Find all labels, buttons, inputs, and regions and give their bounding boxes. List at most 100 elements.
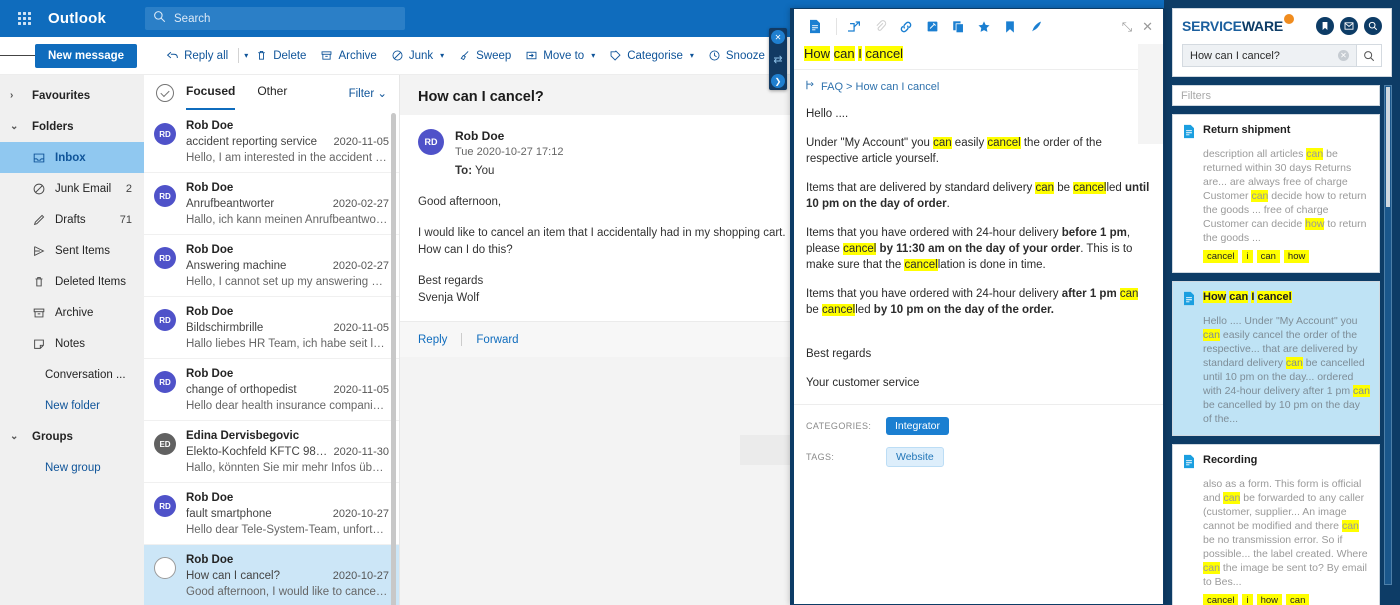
list-item[interactable]: RD Rob Doe Anrufbeantworter 2020-02-27 Ha… <box>144 173 399 235</box>
sidebar-new-folder-link[interactable]: New folder <box>0 390 144 421</box>
list-item[interactable]: RD Rob Doe accident reporting service 202… <box>144 111 399 173</box>
result-card[interactable]: Recording also as a form. This form is o… <box>1172 444 1380 605</box>
delete-button[interactable]: Delete <box>248 45 313 66</box>
sidebar-item-count: 71 <box>119 213 132 226</box>
result-snippet: description all articles can be returned… <box>1203 148 1367 244</box>
sidebar-item-favourites[interactable]: › Favourites <box>0 80 144 111</box>
star-icon[interactable] <box>973 20 995 34</box>
sidebar-item-junk-email[interactable]: Junk Email 2 <box>0 173 144 204</box>
message-list-scrollbar[interactable] <box>391 113 396 605</box>
message-list-pane: Focused Other Filter ⌄ RD Rob Doe accide… <box>144 75 400 605</box>
sidebar-new-group-link[interactable]: New group <box>0 452 144 483</box>
junk-caret-icon[interactable]: ▾ <box>440 51 444 60</box>
article-paragraph: Under "My Account" you can easily cancel… <box>806 137 1102 165</box>
reply-all-button[interactable]: Reply all <box>159 45 235 66</box>
list-item[interactable]: Rob Doe How can I cancel? 2020-10-27 Good… <box>144 545 399 605</box>
avatar: RD <box>154 247 176 269</box>
forward-button[interactable]: Forward <box>476 334 518 346</box>
junk-button[interactable]: Junk ▾ <box>384 45 451 66</box>
app-root: Outlook Search New message Reply all ▾ D… <box>0 0 1400 605</box>
search-icon[interactable] <box>1364 17 1382 35</box>
clear-icon[interactable]: ✕ <box>1338 50 1349 61</box>
bookmark-icon[interactable] <box>999 20 1021 34</box>
category-chip[interactable]: Integrator <box>886 417 949 435</box>
chevron-down-icon: ⌄ <box>377 88 387 100</box>
message-preview: Hallo liebes HR Team, ich habe seit läng… <box>186 338 389 350</box>
list-item[interactable]: ED Edina Dervisbegovic Elekto-Kochfeld K… <box>144 421 399 483</box>
search-input[interactable] <box>1190 49 1338 62</box>
sidebar-item-drafts[interactable]: Drafts 71 <box>0 204 144 235</box>
select-all-icon[interactable] <box>156 84 174 102</box>
swap-arrows-icon[interactable]: ⇄ <box>771 52 785 66</box>
new-message-button[interactable]: New message <box>35 43 138 68</box>
chevron-right-icon[interactable]: ❯ <box>771 74 785 88</box>
sidebar-item-inbox[interactable]: Inbox <box>0 142 144 173</box>
move-to-button[interactable]: Move to ▾ <box>518 45 602 66</box>
nav-toggle-button[interactable] <box>0 52 36 58</box>
article-paragraph: Your customer service <box>806 377 920 389</box>
overlay-toolbar: ⤡ ✕ <box>794 9 1163 44</box>
search-placeholder: Search <box>174 12 211 25</box>
filter-label: Filter <box>348 88 375 100</box>
broom-icon <box>460 51 469 61</box>
sidebar-item-folders[interactable]: ⌄ Folders <box>0 111 144 142</box>
bookmark-icon[interactable] <box>1316 17 1334 35</box>
sweep-label: Sweep <box>476 49 512 62</box>
tab-other[interactable]: Other <box>257 84 287 102</box>
outlook-search-box[interactable]: Search <box>145 7 405 30</box>
close-icon[interactable]: ✕ <box>1142 19 1153 35</box>
sidebar-item-archive[interactable]: Archive <box>0 297 144 328</box>
archive-icon <box>322 51 332 60</box>
list-item[interactable]: RD Rob Doe fault smartphone 2020-10-27 He… <box>144 483 399 545</box>
sidebar-item-groups[interactable]: ⌄ Groups <box>0 421 144 452</box>
scrollbar-thumb[interactable] <box>1386 87 1390 207</box>
tag-chip[interactable]: Website <box>886 447 944 467</box>
pen-icon[interactable] <box>1025 20 1047 33</box>
article-body: Hello .... Under "My Account" you can ea… <box>794 102 1163 391</box>
list-item[interactable]: RD Rob Doe change of orthopedist 2020-11-… <box>144 359 399 421</box>
open-external-icon[interactable] <box>843 20 865 33</box>
send-icon <box>32 244 55 258</box>
sweep-button[interactable]: Sweep <box>451 45 518 66</box>
overlay-gutter <box>1138 44 1163 144</box>
tag-icon <box>610 50 621 61</box>
message-rows: RD Rob Doe accident reporting service 202… <box>144 111 399 605</box>
paperclip-icon[interactable] <box>869 20 891 33</box>
filter-button[interactable]: Filter ⌄ <box>349 86 387 100</box>
sidebar-item-label: Conversation ... <box>45 368 126 381</box>
list-item[interactable]: RD Rob Doe Answering machine 2020-02-27 H… <box>144 235 399 297</box>
edit-square-icon[interactable] <box>921 20 943 33</box>
results-scrollbar[interactable] <box>1384 85 1392 585</box>
list-item[interactable]: RD Rob Doe Bildschirmbrille 2020-11-05 Ha… <box>144 297 399 359</box>
app-launcher-button[interactable] <box>0 12 48 25</box>
search-input-wrapper[interactable]: ✕ <box>1182 44 1357 67</box>
document-icon[interactable] <box>804 19 826 34</box>
keyword-chip: i <box>1242 250 1253 263</box>
categorise-caret-icon[interactable]: ▾ <box>690 51 694 60</box>
mail-icon[interactable] <box>1340 17 1358 35</box>
breadcrumb[interactable]: FAQ > How can I cancel <box>794 69 1163 102</box>
categorise-button[interactable]: Categorise ▾ <box>602 45 701 66</box>
close-icon[interactable]: ✕ <box>771 30 785 44</box>
sidebar-item-deleted-items[interactable]: Deleted Items <box>0 266 144 297</box>
link-icon[interactable] <box>895 20 917 34</box>
breadcrumb-text[interactable]: FAQ > How can I cancel <box>821 81 939 93</box>
archive-button[interactable]: Archive <box>313 45 383 66</box>
sidebar-item-notes[interactable]: Notes <box>0 328 144 359</box>
block-icon <box>392 50 403 61</box>
result-card[interactable]: Return shipment description all articles… <box>1172 114 1380 273</box>
copy-icon[interactable] <box>947 20 969 34</box>
reply-button[interactable]: Reply <box>418 334 447 346</box>
result-card[interactable]: How can I cancel Hello .... Under "My Ac… <box>1172 281 1380 436</box>
sidebar-item-sent-items[interactable]: Sent Items <box>0 235 144 266</box>
result-title: How can I cancel <box>1203 291 1292 303</box>
filters-input[interactable]: Filters <box>1172 85 1380 106</box>
result-title: Recording <box>1203 454 1258 466</box>
move-to-caret-icon[interactable]: ▾ <box>591 51 595 60</box>
archive-label: Archive <box>338 49 377 62</box>
message-subject: Elekto-Kochfeld KFTC 9841 TC <box>186 446 334 458</box>
tab-focused[interactable]: Focused <box>186 84 236 110</box>
expand-icon[interactable]: ⤡ <box>1122 19 1132 35</box>
sidebar-item-conversation-history[interactable]: Conversation ... <box>0 359 144 390</box>
search-submit-button[interactable] <box>1357 44 1382 67</box>
